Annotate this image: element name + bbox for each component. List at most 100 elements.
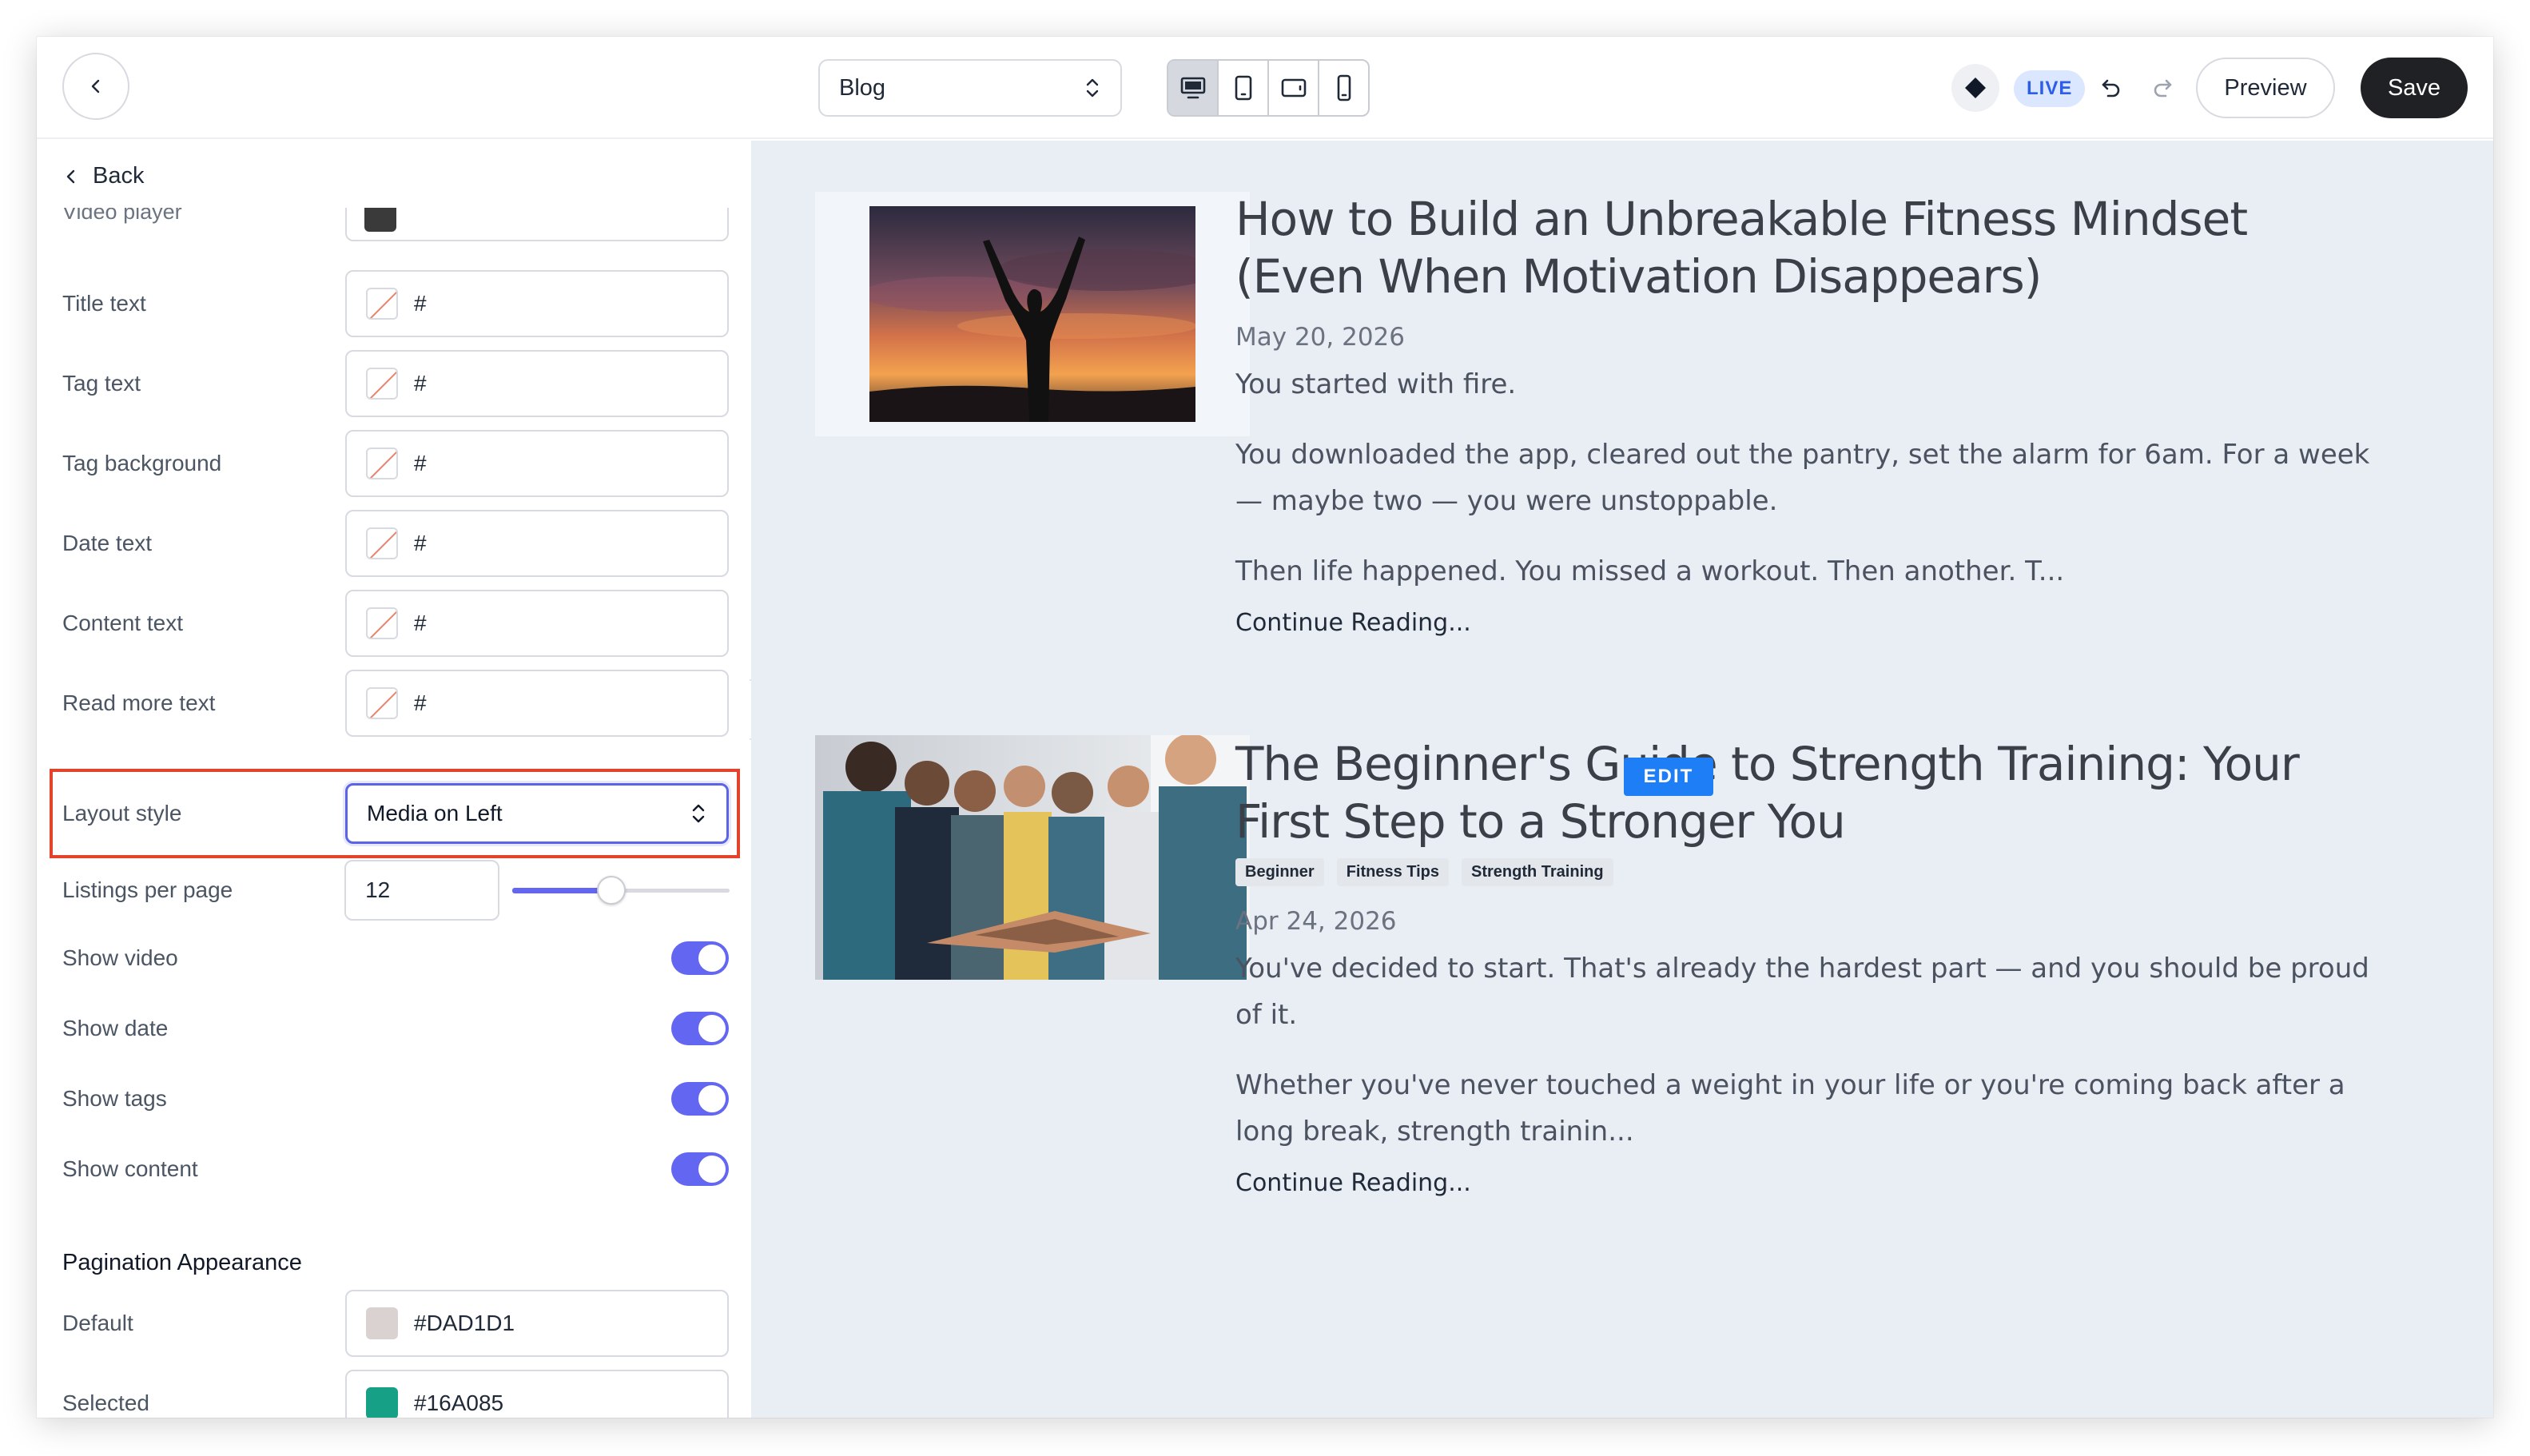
tag-text-color-input[interactable]: # bbox=[345, 350, 729, 417]
chevron-up-down-icon bbox=[690, 802, 707, 825]
show-date-label: Show date bbox=[62, 1016, 169, 1040]
empty-color-swatch[interactable] bbox=[366, 448, 398, 479]
empty-color-swatch[interactable] bbox=[366, 687, 398, 719]
layout-style-value: Media on Left bbox=[367, 801, 503, 825]
tag-background-row: Tag background # bbox=[62, 430, 729, 497]
read-more-text-row: Read more text # bbox=[62, 670, 729, 737]
page-select[interactable]: Blog bbox=[818, 59, 1122, 117]
team-huddle-image bbox=[815, 735, 1250, 980]
tag-chip[interactable]: Beginner bbox=[1235, 858, 1324, 886]
post-1-paragraph: You downloaded the app, cleared out the … bbox=[1235, 439, 2370, 517]
post-2-tag-list: Beginner Fitness Tips Strength Training bbox=[1235, 858, 2386, 886]
tag-background-label: Tag background bbox=[62, 451, 222, 475]
tablet-landscape-icon bbox=[1281, 78, 1306, 97]
empty-color-swatch[interactable] bbox=[366, 368, 398, 400]
pagination-default-color-input[interactable]: #DAD1D1 bbox=[345, 1290, 729, 1357]
title-text-label: Title text bbox=[62, 291, 146, 316]
page-preview-canvas: How to Build an Unbreakable Fitness Mind… bbox=[751, 141, 2493, 1418]
listings-per-page-row: Listings per page 12 bbox=[62, 860, 730, 921]
tablet-portrait-icon bbox=[1235, 75, 1251, 101]
show-video-row: Show video bbox=[62, 941, 729, 975]
tablet-landscape-view-button[interactable] bbox=[1269, 61, 1319, 115]
date-text-color-input[interactable]: # bbox=[345, 510, 729, 577]
empty-color-swatch[interactable] bbox=[366, 288, 398, 320]
title-text-row: Title text # bbox=[62, 270, 729, 337]
read-more-text-label: Read more text bbox=[62, 690, 216, 715]
tag-text-label: Tag text bbox=[62, 371, 141, 396]
show-date-toggle[interactable] bbox=[671, 1012, 729, 1045]
device-switcher bbox=[1167, 59, 1370, 117]
tag-background-color-input[interactable]: # bbox=[345, 430, 729, 497]
slider-handle[interactable] bbox=[596, 876, 626, 905]
pagination-selected-row: Selected #16A085 bbox=[62, 1370, 729, 1418]
diamond-menu-button[interactable] bbox=[1951, 64, 1999, 112]
panel-back-label: Back bbox=[93, 163, 145, 189]
tag-chip[interactable]: Fitness Tips bbox=[1336, 858, 1450, 886]
desktop-icon bbox=[1180, 77, 1205, 99]
tag-text-color-value: # bbox=[414, 371, 427, 396]
post-2-media[interactable] bbox=[815, 735, 1250, 980]
post-1-media[interactable] bbox=[815, 192, 1250, 436]
show-content-toggle[interactable] bbox=[671, 1152, 729, 1186]
empty-color-swatch[interactable] bbox=[366, 527, 398, 559]
video-player-row: Video player bbox=[37, 208, 750, 248]
show-tags-toggle[interactable] bbox=[671, 1082, 729, 1116]
layout-style-select[interactable]: Media on Left bbox=[345, 783, 729, 844]
empty-color-swatch[interactable] bbox=[366, 607, 398, 639]
post-1-date: May 20, 2026 bbox=[1235, 323, 1405, 352]
tablet-portrait-view-button[interactable] bbox=[1219, 61, 1269, 115]
tag-chip[interactable]: Strength Training bbox=[1462, 858, 1613, 886]
panel-back-button[interactable]: Back bbox=[62, 163, 144, 189]
listings-per-page-label: Listings per page bbox=[62, 877, 233, 902]
show-content-label: Show content bbox=[62, 1156, 198, 1181]
toggle-knob bbox=[698, 945, 726, 972]
chevron-left-icon bbox=[66, 169, 75, 183]
redo-button[interactable] bbox=[2145, 70, 2180, 105]
page-select-value: Blog bbox=[839, 74, 886, 101]
undo-button[interactable] bbox=[2094, 70, 2129, 105]
layout-style-row: Layout style Media on Left bbox=[62, 783, 729, 844]
editor-window: Blog LIVE Preview Save Back Video player… bbox=[37, 37, 2493, 1418]
content-text-label: Content text bbox=[62, 611, 183, 635]
video-player-input[interactable] bbox=[345, 208, 729, 241]
color-swatch[interactable] bbox=[366, 1307, 398, 1339]
read-more-text-color-input[interactable]: # bbox=[345, 670, 729, 737]
date-text-label: Date text bbox=[62, 531, 153, 555]
chevron-left-icon bbox=[91, 79, 100, 93]
live-status-badge: LIVE bbox=[2014, 70, 2086, 107]
color-swatch[interactable] bbox=[366, 1387, 398, 1418]
post-2-read-more-link[interactable]: Continue Reading... bbox=[1235, 1169, 2386, 1197]
pagination-selected-color-input[interactable]: #16A085 bbox=[345, 1370, 729, 1418]
post-1-title[interactable]: How to Build an Unbreakable Fitness Mind… bbox=[1235, 190, 2386, 305]
listings-per-page-slider[interactable] bbox=[511, 876, 730, 905]
pagination-default-color-value: #DAD1D1 bbox=[414, 1311, 515, 1335]
tag-text-row: Tag text # bbox=[62, 350, 729, 417]
edit-badge[interactable]: EDIT bbox=[1624, 758, 1713, 796]
top-toolbar: Blog LIVE Preview Save bbox=[37, 37, 2493, 139]
content-text-color-input[interactable]: # bbox=[345, 590, 729, 657]
video-player-swatch bbox=[364, 208, 396, 232]
save-button[interactable]: Save bbox=[2361, 58, 2468, 118]
preview-button[interactable]: Preview bbox=[2196, 58, 2335, 118]
desktop-view-button[interactable] bbox=[1168, 61, 1219, 115]
show-video-toggle[interactable] bbox=[671, 941, 729, 975]
listings-per-page-input[interactable]: 12 bbox=[344, 860, 499, 921]
content-text-color-value: # bbox=[414, 611, 427, 635]
post-2-paragraph: Whether you've never touched a weight in… bbox=[1235, 1069, 2345, 1148]
title-text-color-input[interactable]: # bbox=[345, 270, 729, 337]
post-1-body: How to Build an Unbreakable Fitness Mind… bbox=[1235, 190, 2386, 637]
tag-background-color-value: # bbox=[414, 451, 427, 475]
post-2-title[interactable]: The Beginner's Guide to Strength Trainin… bbox=[1235, 735, 2386, 850]
settings-panel: Back Video player Title text # Tag text … bbox=[37, 141, 750, 1418]
post-1-paragraph: Then life happened. You missed a workout… bbox=[1235, 555, 2065, 587]
post-1-read-more-link[interactable]: Continue Reading... bbox=[1235, 609, 2386, 637]
show-tags-label: Show tags bbox=[62, 1086, 167, 1111]
exit-editor-button[interactable] bbox=[62, 53, 129, 120]
mobile-view-button[interactable] bbox=[1319, 61, 1368, 115]
post-2-date: Apr 24, 2026 bbox=[1235, 907, 1397, 936]
show-content-row: Show content bbox=[62, 1152, 729, 1186]
post-1-paragraph: You started with fire. bbox=[1235, 368, 1517, 400]
chevron-up-down-icon bbox=[1084, 76, 1101, 100]
undo-icon bbox=[2102, 79, 2120, 97]
toggle-knob bbox=[698, 1015, 726, 1042]
